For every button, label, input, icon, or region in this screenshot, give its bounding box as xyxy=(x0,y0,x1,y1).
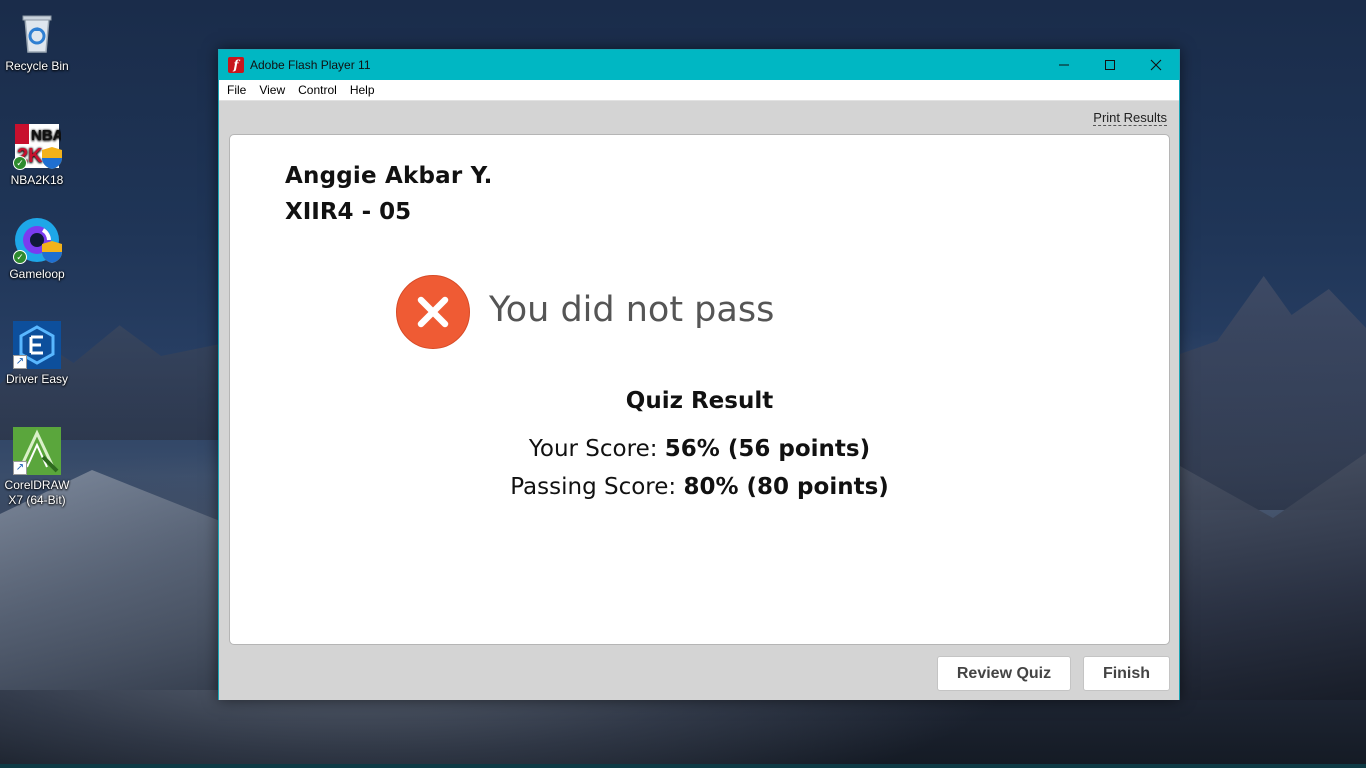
desktop-icon-label: NBA2K18 xyxy=(10,173,64,187)
shortcut-arrow-icon: ↗ xyxy=(13,355,27,369)
close-button[interactable] xyxy=(1133,50,1179,80)
your-score-value: 56% (56 points) xyxy=(664,436,871,462)
desktop-icon-gameloop[interactable]: ✓ Gameloop xyxy=(0,216,75,282)
gameloop-icon: ✓ xyxy=(13,216,62,264)
menu-view[interactable]: View xyxy=(255,83,292,97)
passing-score-value: 80% (80 points) xyxy=(683,474,889,500)
window-title: Adobe Flash Player 11 xyxy=(250,58,371,72)
desktop-icon-nba2k18[interactable]: NBA 2K ✓ NBA2K18 xyxy=(0,122,75,188)
wallpaper-mountains-right xyxy=(1180,276,1366,510)
passing-score-label: Passing Score: xyxy=(510,474,677,500)
print-results-link[interactable]: Print Results xyxy=(1093,110,1167,126)
driver-easy-icon: ↗ xyxy=(13,321,61,369)
flash-player-window: f Adobe Flash Player 11 File View Contro… xyxy=(218,49,1180,700)
desktop-icon-driver-easy[interactable]: ↗ Driver Easy xyxy=(0,321,75,387)
desktop-icon-label: CorelDRAW X7 (64-Bit) xyxy=(4,478,70,507)
your-score-line: Your Score: 56% (56 points) xyxy=(230,436,1169,462)
taskbar-edge xyxy=(0,764,1366,768)
result-card: Anggie Akbar Y. XIIR4 - 05 You did not p… xyxy=(229,134,1170,645)
menu-bar: File View Control Help xyxy=(219,80,1179,101)
quiz-content: Print Results Anggie Akbar Y. XIIR4 - 05… xyxy=(219,101,1179,700)
minimize-button[interactable] xyxy=(1041,50,1087,80)
flash-icon: f xyxy=(228,57,244,73)
minimize-icon xyxy=(1059,64,1069,66)
check-badge-icon: ✓ xyxy=(13,156,27,170)
desktop-icon-coreldraw[interactable]: ↗ CorelDRAW X7 (64-Bit) xyxy=(0,427,75,508)
shield-icon xyxy=(42,147,62,169)
result-title: Quiz Result xyxy=(625,388,774,414)
desktop-icon-label: Gameloop xyxy=(9,267,65,281)
passing-score-line: Passing Score: 80% (80 points) xyxy=(230,474,1169,500)
finish-button[interactable]: Finish xyxy=(1083,656,1170,691)
window-controls xyxy=(1041,50,1179,80)
status-text: You did not pass xyxy=(489,290,775,330)
recycle-bin-icon xyxy=(13,8,61,56)
student-name: Anggie Akbar Y. xyxy=(285,163,493,189)
close-icon xyxy=(1150,59,1162,71)
desktop-icon-recycle-bin[interactable]: Recycle Bin xyxy=(0,8,75,74)
svg-text:NBA: NBA xyxy=(31,127,61,144)
fail-x-icon xyxy=(396,275,470,349)
check-badge-icon: ✓ xyxy=(13,250,27,264)
desktop-icon-label: Driver Easy xyxy=(5,372,68,386)
coreldraw-icon: ↗ xyxy=(13,427,61,475)
shortcut-arrow-icon: ↗ xyxy=(13,461,27,475)
review-quiz-button[interactable]: Review Quiz xyxy=(937,656,1071,691)
desktop-icon-label: Recycle Bin xyxy=(5,59,69,73)
your-score-label: Your Score: xyxy=(528,436,658,462)
menu-file[interactable]: File xyxy=(223,83,253,97)
maximize-icon xyxy=(1105,60,1115,70)
maximize-button[interactable] xyxy=(1087,50,1133,80)
window-titlebar[interactable]: f Adobe Flash Player 11 xyxy=(219,50,1179,80)
student-class: XIIR4 - 05 xyxy=(285,199,412,225)
shield-icon xyxy=(42,241,62,263)
menu-help[interactable]: Help xyxy=(346,83,382,97)
menu-control[interactable]: Control xyxy=(294,83,344,97)
nba2k18-icon: NBA 2K ✓ xyxy=(13,122,64,170)
